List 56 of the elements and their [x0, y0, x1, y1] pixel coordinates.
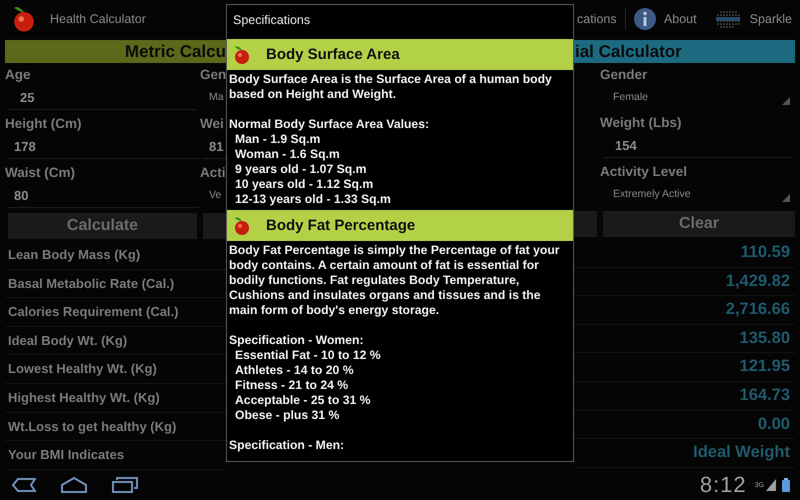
result-value: Ideal Weight [574, 439, 795, 468]
battery-icon [782, 478, 790, 492]
dialog-title: Specifications [232, 12, 312, 29]
field-label: Waist (Cm) [5, 164, 76, 182]
field-label: Gender [600, 66, 648, 84]
list-item: 12-13 years old - 1.33 Sq.m [234, 192, 392, 207]
apple-icon [232, 216, 252, 236]
dropdown[interactable]: Female [603, 86, 792, 109]
action-item[interactable]: cations [577, 5, 625, 33]
dialog-text: Normal Body Surface Area Values: [228, 117, 430, 132]
field-label: Weight (Lbs) [600, 114, 682, 132]
field-label: Wei [200, 115, 225, 133]
field-label: Activity Level [600, 163, 688, 181]
dialog-text: Body Fat Percentage is simply the Percentage of fat your body contains. A certain amount of fat is essential for bodily functions. Fat regulates Body Temperature, Cushions and insulates organs and tissues and is the main form of body's energy storage. [228, 243, 561, 318]
calculator-header: Metric Calcu [5, 40, 226, 63]
list-item: Obese - plus 31 % [234, 408, 340, 423]
dropdown-arrow-icon [782, 97, 790, 105]
section-title: Body Surface Area [266, 46, 400, 63]
list-item: 9 years old - 1.07 Sq.m [234, 162, 368, 177]
result-label: Your BMI Indicates [5, 441, 226, 470]
input-field[interactable]: 25 [8, 86, 197, 110]
recent-apps-icon[interactable] [112, 477, 138, 493]
section-title: Body Fat Percentage [266, 217, 416, 234]
dropdown[interactable]: Extremely Active [603, 183, 792, 206]
list-item: Fitness - 21 to 24 % [234, 378, 350, 393]
input-field[interactable]: 80 [7, 184, 200, 208]
clear-button[interactable]: Clear [603, 211, 795, 237]
home-icon[interactable] [60, 477, 88, 493]
field-label: Height (Cm) [5, 115, 82, 133]
dropdown[interactable]: Ve [202, 184, 226, 207]
dropdown-arrow-icon [782, 194, 790, 202]
app-title: Health Calculator [50, 12, 146, 26]
list-item: Acceptable - 25 to 31 % [234, 393, 372, 408]
field-label: Age [5, 66, 32, 84]
calculate-button[interactable]: Calculate [8, 213, 197, 239]
list-item: Woman - 1.6 Sq.m [234, 147, 341, 162]
list-item: 10 years old - 1.12 Sq.m [234, 177, 374, 192]
input-field[interactable]: 154 [603, 134, 792, 158]
info-icon[interactable] [632, 7, 657, 31]
calculator-header: ial Calculator [574, 40, 795, 63]
input-field[interactable]: 178 [7, 135, 200, 159]
dialog-text: Body Surface Area is the Surface Area of a human body based on Height and Weight. [228, 72, 553, 102]
apple-icon [232, 44, 252, 64]
dialog-text: Specification - Men: [228, 438, 346, 453]
field-label: Acti [200, 164, 226, 182]
field-label: Gen [200, 66, 226, 84]
dialog-text: Specification - Women: [228, 333, 365, 348]
list-item: Man - 1.9 Sq.m [234, 132, 322, 147]
list-item: Essential Fat - 10 to 12 % [234, 348, 382, 363]
action-item[interactable]: About [624, 5, 705, 33]
clock: 8:12 [700, 472, 747, 498]
action-item[interactable]: Sparkle [704, 5, 800, 33]
list-item: Athletes - 14 to 20 % [234, 363, 355, 378]
back-icon[interactable] [12, 478, 36, 492]
dropdown[interactable]: Ma [202, 86, 226, 109]
signal-icon [766, 479, 776, 491]
